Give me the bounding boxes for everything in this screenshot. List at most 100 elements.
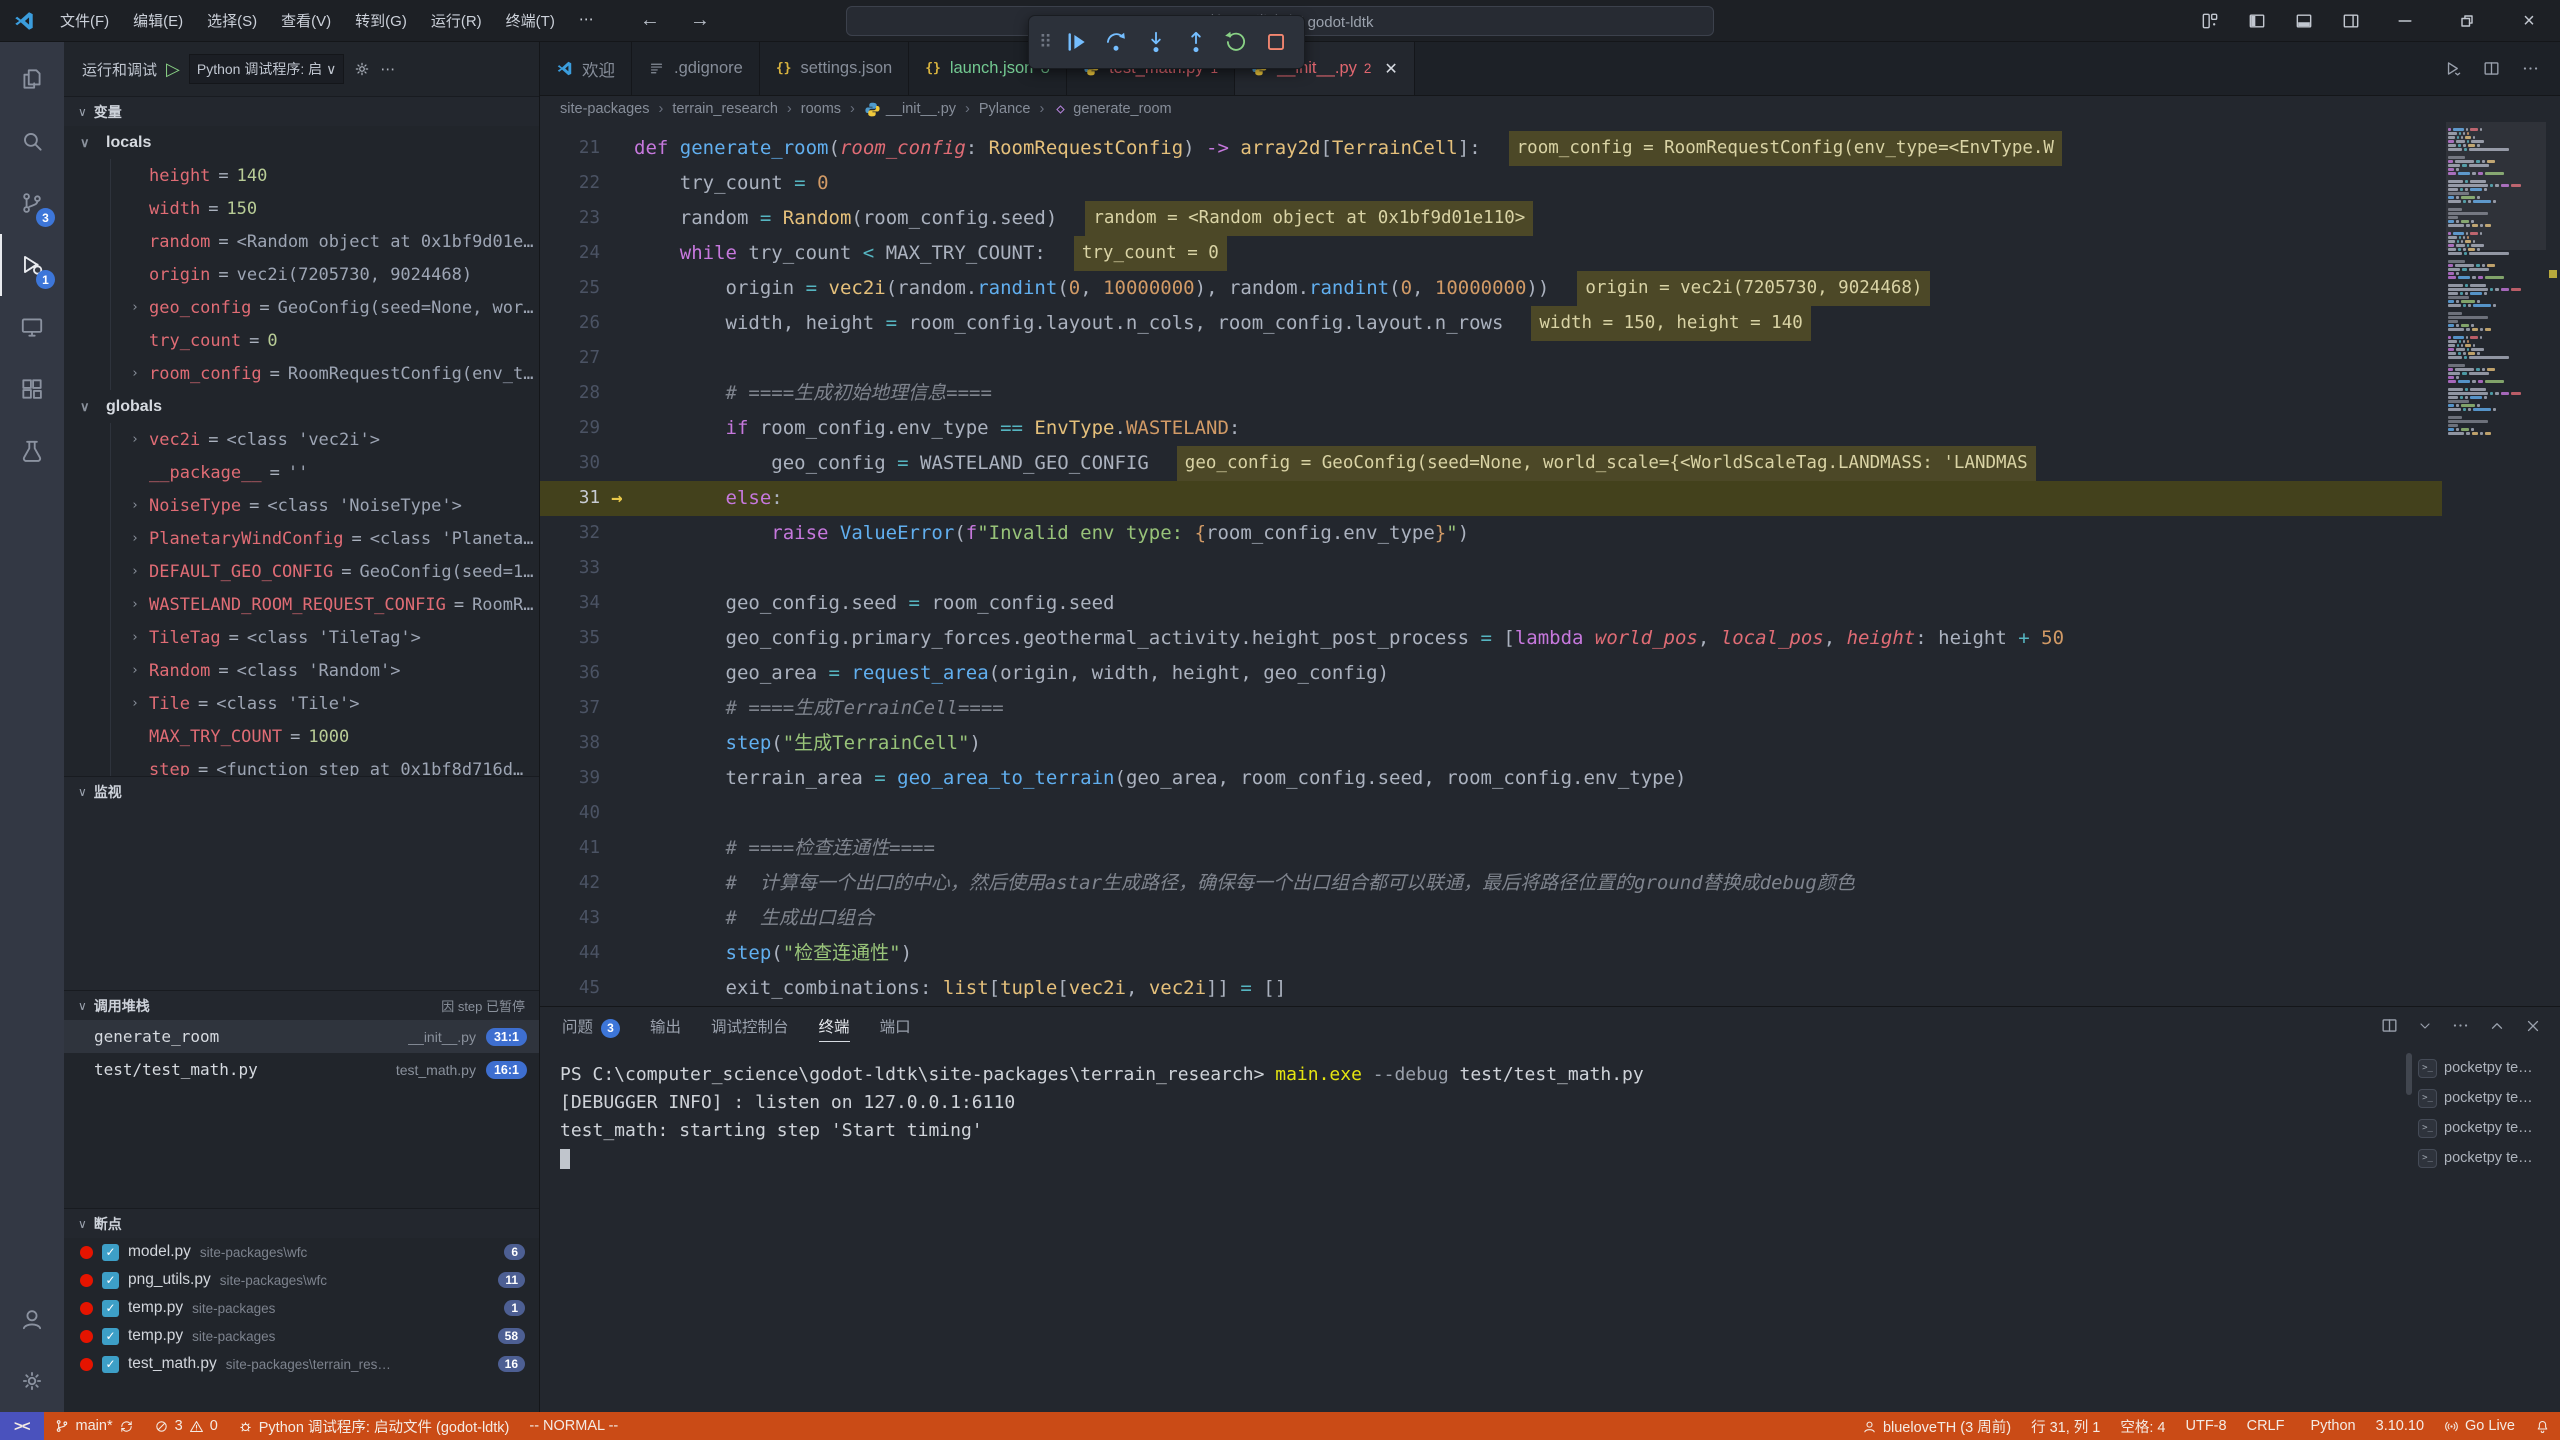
code-line-42[interactable]: 42 # 计算每一个出口的中心，然后使用astar生成路径，确保每一个出口组合都…: [540, 866, 2442, 901]
code-line-38[interactable]: 38 step("生成TerrainCell"): [540, 726, 2442, 761]
toggle-panel-icon[interactable]: [2280, 0, 2327, 42]
code-line-33[interactable]: 33: [540, 551, 2442, 586]
restart-button[interactable]: [1218, 24, 1254, 60]
callstack-frame[interactable]: generate_room__init__.py31:1: [64, 1020, 539, 1053]
statusbar-python-version[interactable]: 3.10.10: [2366, 1412, 2434, 1440]
breadcrumb-item-Pylance[interactable]: Pylance: [979, 101, 1031, 117]
code-line-26[interactable]: 26 width, height = room_config.layout.n_…: [540, 306, 2442, 341]
statusbar-notifications[interactable]: [2525, 1412, 2560, 1440]
tab-settings.json[interactable]: {}settings.json: [760, 42, 909, 95]
variable-row[interactable]: ›DEFAULT_GEO_CONFIG=GeoConfig(seed=1…: [111, 555, 539, 588]
code-line-37[interactable]: 37 # ====生成TerrainCell====: [540, 691, 2442, 726]
breakpoint-row[interactable]: ✓png_utils.pysite-packages\wfc11: [64, 1266, 539, 1294]
statusbar-go-live[interactable]: Go Live: [2434, 1412, 2525, 1440]
customize-layout-icon[interactable]: [2186, 0, 2233, 42]
close-icon[interactable]: ✕: [1384, 59, 1397, 79]
variable-row[interactable]: width=150: [111, 192, 539, 225]
breakpoint-checkbox[interactable]: ✓: [102, 1300, 119, 1317]
continue-button[interactable]: [1058, 24, 1094, 60]
variable-row[interactable]: ›Random=<class 'Random'>: [111, 654, 539, 687]
code-line-22[interactable]: 22 try_count = 0: [540, 166, 2442, 201]
activity-item-account[interactable]: [0, 1288, 64, 1350]
breakpoint-row[interactable]: ✓test_math.pysite-packages\terrain_res…1…: [64, 1350, 539, 1378]
terminal-instance[interactable]: >_pocketpy te…: [2418, 1145, 2554, 1171]
code-line-24[interactable]: 24 while try_count < MAX_TRY_COUNT:try_c…: [540, 236, 2442, 271]
variables-group-locals[interactable]: ∨locals: [64, 126, 539, 159]
breadcrumb-item-generate_room[interactable]: generate_room: [1053, 101, 1171, 117]
breakpoint-checkbox[interactable]: ✓: [102, 1328, 119, 1345]
code-line-40[interactable]: 40: [540, 796, 2442, 831]
menu-item-转到(G)[interactable]: 转到(G): [343, 10, 419, 31]
variable-row[interactable]: step=<function step at 0x1bf8d716d…: [111, 753, 539, 776]
more-actions-button[interactable]: [2451, 1016, 2470, 1035]
breakpoint-checkbox[interactable]: ✓: [102, 1272, 119, 1289]
variable-row[interactable]: MAX_TRY_COUNT=1000: [111, 720, 539, 753]
menu-item-文件(F)[interactable]: 文件(F): [48, 10, 121, 31]
code-line-36[interactable]: 36 geo_area = request_area(origin, width…: [540, 656, 2442, 691]
variable-row[interactable]: ›room_config=RoomRequestConfig(env_t…: [111, 357, 539, 390]
variable-row[interactable]: ›vec2i=<class 'vec2i'>: [111, 423, 539, 456]
variable-row[interactable]: origin=vec2i(7205730, 9024468): [111, 258, 539, 291]
menu-item-选择(S)[interactable]: 选择(S): [195, 10, 269, 31]
terminal-scrollbar[interactable]: [2406, 1053, 2412, 1095]
panel-tab-终端[interactable]: 终端: [819, 1015, 850, 1042]
terminal-instance[interactable]: >_pocketpy te…: [2418, 1115, 2554, 1141]
code-line-25[interactable]: 25 origin = vec2i(random.randint(0, 1000…: [540, 271, 2442, 306]
variable-row[interactable]: ›PlanetaryWindConfig=<class 'Planeta…: [111, 522, 539, 555]
breakpoint-checkbox[interactable]: ✓: [102, 1244, 119, 1261]
statusbar-encoding[interactable]: UTF-8: [2176, 1412, 2237, 1440]
breadcrumb-item-terrain_research[interactable]: terrain_research: [672, 101, 778, 117]
statusbar-remote-indicator[interactable]: ><: [0, 1412, 44, 1440]
maximize-panel-button[interactable]: [2488, 1017, 2506, 1035]
toggle-secondary-sidebar-icon[interactable]: [2327, 0, 2374, 42]
activity-item-testing[interactable]: [0, 420, 64, 482]
activity-item-explorer[interactable]: [0, 48, 64, 110]
panel-tab-问题[interactable]: 问题3: [562, 1015, 620, 1042]
close-panel-button[interactable]: [2524, 1017, 2542, 1035]
code-line-43[interactable]: 43 # 生成出口组合: [540, 901, 2442, 936]
minimize-button[interactable]: [2374, 0, 2436, 42]
callstack-frame[interactable]: test/test_math.pytest_math.py16:1: [64, 1053, 539, 1086]
drag-handle-icon[interactable]: ⠿: [1039, 32, 1052, 53]
panel-tab-输出[interactable]: 输出: [650, 1015, 681, 1042]
forward-button[interactable]: →: [690, 9, 710, 32]
activity-item-run-debug[interactable]: 1: [0, 234, 64, 296]
statusbar-debug-session[interactable]: Python 调试程序: 启动文件 (godot-ldtk): [228, 1412, 520, 1440]
statusbar-problems[interactable]: 30: [144, 1412, 228, 1440]
callstack-section-header[interactable]: ∨ 调用堆栈 因 step 已暂停: [64, 990, 539, 1020]
minimap-viewport[interactable]: [2446, 122, 2546, 250]
activity-item-search[interactable]: [0, 110, 64, 172]
breadcrumb-item-site-packages[interactable]: site-packages: [560, 101, 649, 117]
menu-item-⋯[interactable]: ⋯: [567, 10, 606, 31]
breakpoint-checkbox[interactable]: ✓: [102, 1356, 119, 1373]
panel-tab-端口[interactable]: 端口: [880, 1015, 911, 1042]
menu-item-运行(R)[interactable]: 运行(R): [419, 10, 494, 31]
code-line-23[interactable]: 23 random = Random(room_config.seed)rand…: [540, 201, 2442, 236]
terminal-output[interactable]: PS C:\computer_science\godot-ldtk\site-p…: [540, 1049, 2560, 1173]
more-actions-button[interactable]: [2521, 59, 2540, 78]
code-line-44[interactable]: 44 step("检查连通性"): [540, 936, 2442, 971]
variable-row[interactable]: try_count=0: [111, 324, 539, 357]
breadcrumb-item-__init__.py[interactable]: __init__.py: [864, 101, 956, 118]
variable-row[interactable]: ›geo_config=GeoConfig(seed=None, wor…: [111, 291, 539, 324]
step-into-button[interactable]: [1138, 24, 1174, 60]
statusbar-git-blame[interactable]: blueloveTH (3 周前): [1852, 1412, 2021, 1440]
variables-section-header[interactable]: ∨ 变量: [64, 96, 539, 126]
menu-item-编辑(E)[interactable]: 编辑(E): [121, 10, 195, 31]
breakpoint-row[interactable]: ✓temp.pysite-packages58: [64, 1322, 539, 1350]
code-line-41[interactable]: 41 # ====检查连通性====: [540, 831, 2442, 866]
gear-icon[interactable]: [353, 60, 371, 78]
statusbar-language-mode[interactable]: Python: [2294, 1412, 2365, 1440]
watch-section-header[interactable]: ∨ 监视: [64, 776, 539, 806]
activity-item-source-control[interactable]: 3: [0, 172, 64, 234]
breakpoint-row[interactable]: ✓temp.pysite-packages1: [64, 1294, 539, 1322]
debug-config-dropdown[interactable]: Python 调试程序: 启 ∨: [189, 54, 345, 84]
variable-row[interactable]: ›NoiseType=<class 'NoiseType'>: [111, 489, 539, 522]
panel-tab-调试控制台[interactable]: 调试控制台: [711, 1015, 789, 1042]
variable-row[interactable]: ›TileTag=<class 'TileTag'>: [111, 621, 539, 654]
breadcrumb-item-rooms[interactable]: rooms: [801, 101, 841, 117]
code-line-28[interactable]: 28 # ====生成初始地理信息====: [540, 376, 2442, 411]
run-python-file-button[interactable]: [2443, 59, 2462, 78]
tab-.gdignore[interactable]: .gdignore: [632, 42, 760, 95]
code-line-39[interactable]: 39 terrain_area = geo_area_to_terrain(ge…: [540, 761, 2442, 796]
